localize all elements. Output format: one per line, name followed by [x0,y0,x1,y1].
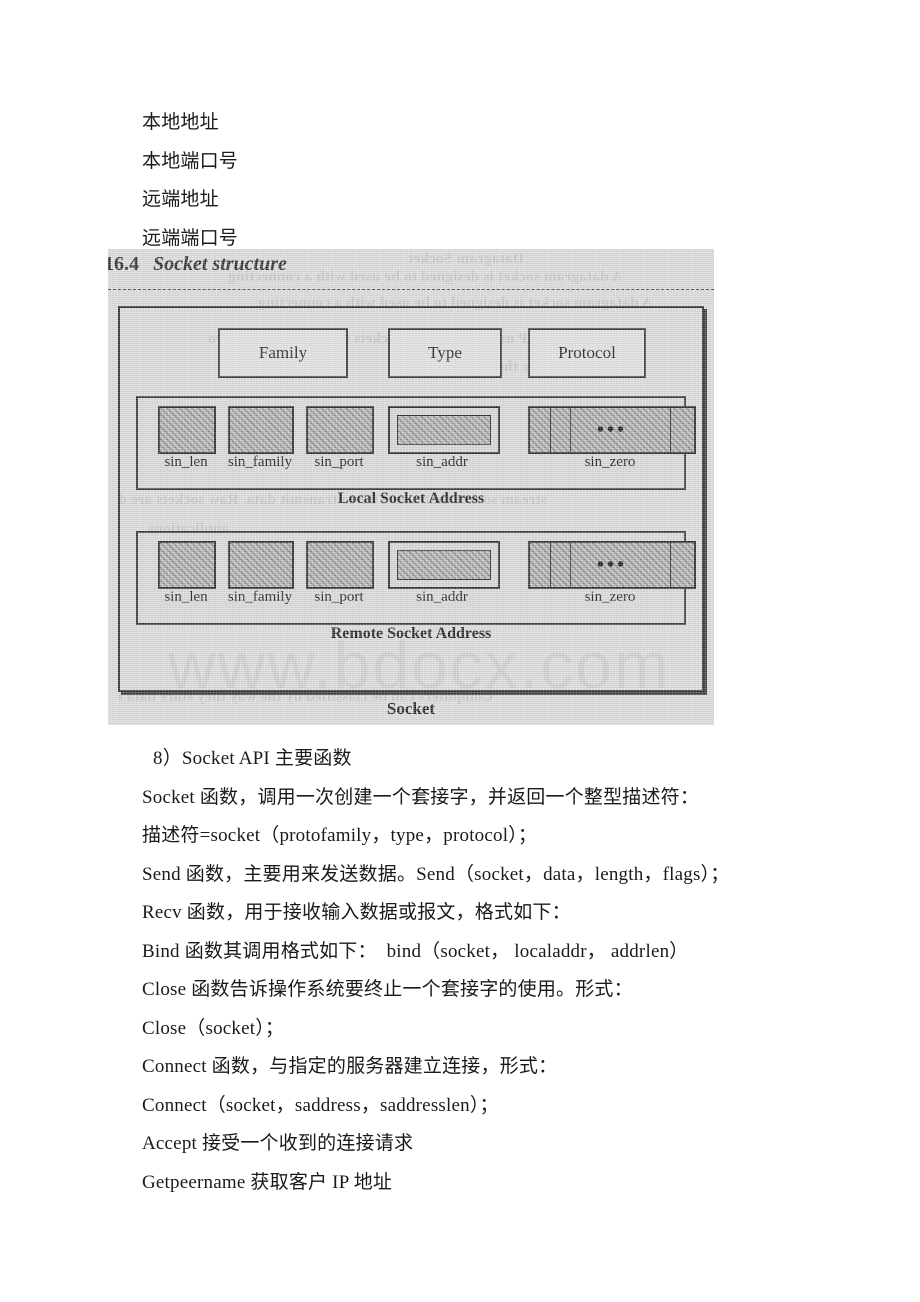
text-line: 本地端口号 [142,150,239,172]
field-label: sin_addr [416,454,468,470]
remote-sin-family-field [228,541,294,589]
text-line: Bind 函数其调用格式如下： bind（socket， localaddr， … [142,940,689,962]
bottom-text-block: 8）Socket API 主要函数 Socket 函数，调用一次创建一个套接字，… [142,740,782,1202]
field-label: sin_family [227,589,293,605]
text-line: Close（socket）； [142,1017,285,1039]
socket-outer-frame: Family Type Protocol ••• sin_len sin_fam… [118,306,704,692]
text-line: Socket 函数，调用一次创建一个套接字，并返回一个整型描述符： [142,786,700,808]
document-page: 本地地址 本地端口号 远端地址 远端端口号 Datagram Socket A … [0,0,920,1302]
text-line: Getpeername 获取客户 IP 地址 [142,1171,393,1193]
field-label: sin_zero [584,454,636,470]
text-line: Send 函数，主要用来发送数据。Send（socket，data，length… [142,863,730,885]
type-box: Type [388,328,502,378]
bleed-through-text: A datagram socket is designed to be used… [228,269,623,285]
ellipsis-glyph: ••• [596,419,627,441]
remote-sin-len-field [158,541,216,589]
text-line: 本地地址 [142,112,219,133]
socket-structure-figure: Datagram Socket A datagram socket is des… [108,249,714,725]
dashed-rule [108,289,714,290]
remote-socket-address-block: ••• sin_len sin_family sin_port sin_addr… [136,531,696,625]
local-socket-address-caption: Local Socket Address [337,490,485,507]
family-box: Family [218,328,348,378]
remote-socket-address-caption: Remote Socket Address [330,625,492,642]
bleed-through-text: Datagram Socket [408,251,524,267]
local-sin-zero-field: ••• [528,406,696,454]
local-sin-addr-inner [397,415,491,445]
remote-sin-port-field [306,541,374,589]
text-line: 描述符=socket（protofamily，type，protocol）； [142,825,538,846]
ellipsis-glyph: ••• [596,554,627,576]
local-sin-family-field [228,406,294,454]
text-line: Connect（socket，saddress，saddresslen）； [142,1094,499,1116]
field-label: sin_port [314,589,364,605]
top-text-block: 本地地址 本地端口号 远端地址 远端端口号 [142,104,762,258]
remote-sin-addr-field [388,541,500,589]
field-label: sin_addr [416,589,468,605]
text-line: Close 函数告诉操作系统要终止一个套接字的使用。形式： [142,979,633,1000]
field-label: sin_family [227,454,293,470]
local-sin-len-field [158,406,216,454]
text-line: 远端地址 [142,189,219,210]
local-sin-addr-field [388,406,500,454]
remote-sin-addr-inner [397,550,491,580]
text-line: Recv 函数，用于接收输入数据或报文，格式如下： [142,902,571,923]
local-socket-address-block: ••• sin_len sin_family sin_port sin_addr… [136,396,696,490]
text-line: 8）Socket API 主要函数 [153,748,352,769]
field-label: sin_zero [584,589,636,605]
protocol-box: Protocol [528,328,646,378]
local-sin-port-field [306,406,374,454]
figure-title: Socket structure [153,253,287,275]
socket-header-row: Family Type Protocol [120,328,702,378]
figure-heading: 16.4 Socket structure [108,253,287,276]
remote-sin-zero-field: ••• [528,541,696,589]
figure-number: 16.4 [108,253,139,275]
socket-caption: Socket [386,699,436,718]
text-line: Connect 函数，与指定的服务器建立连接，形式： [142,1056,558,1077]
text-line: Accept 接受一个收到的连接请求 [142,1133,414,1154]
field-label: sin_port [314,454,364,470]
